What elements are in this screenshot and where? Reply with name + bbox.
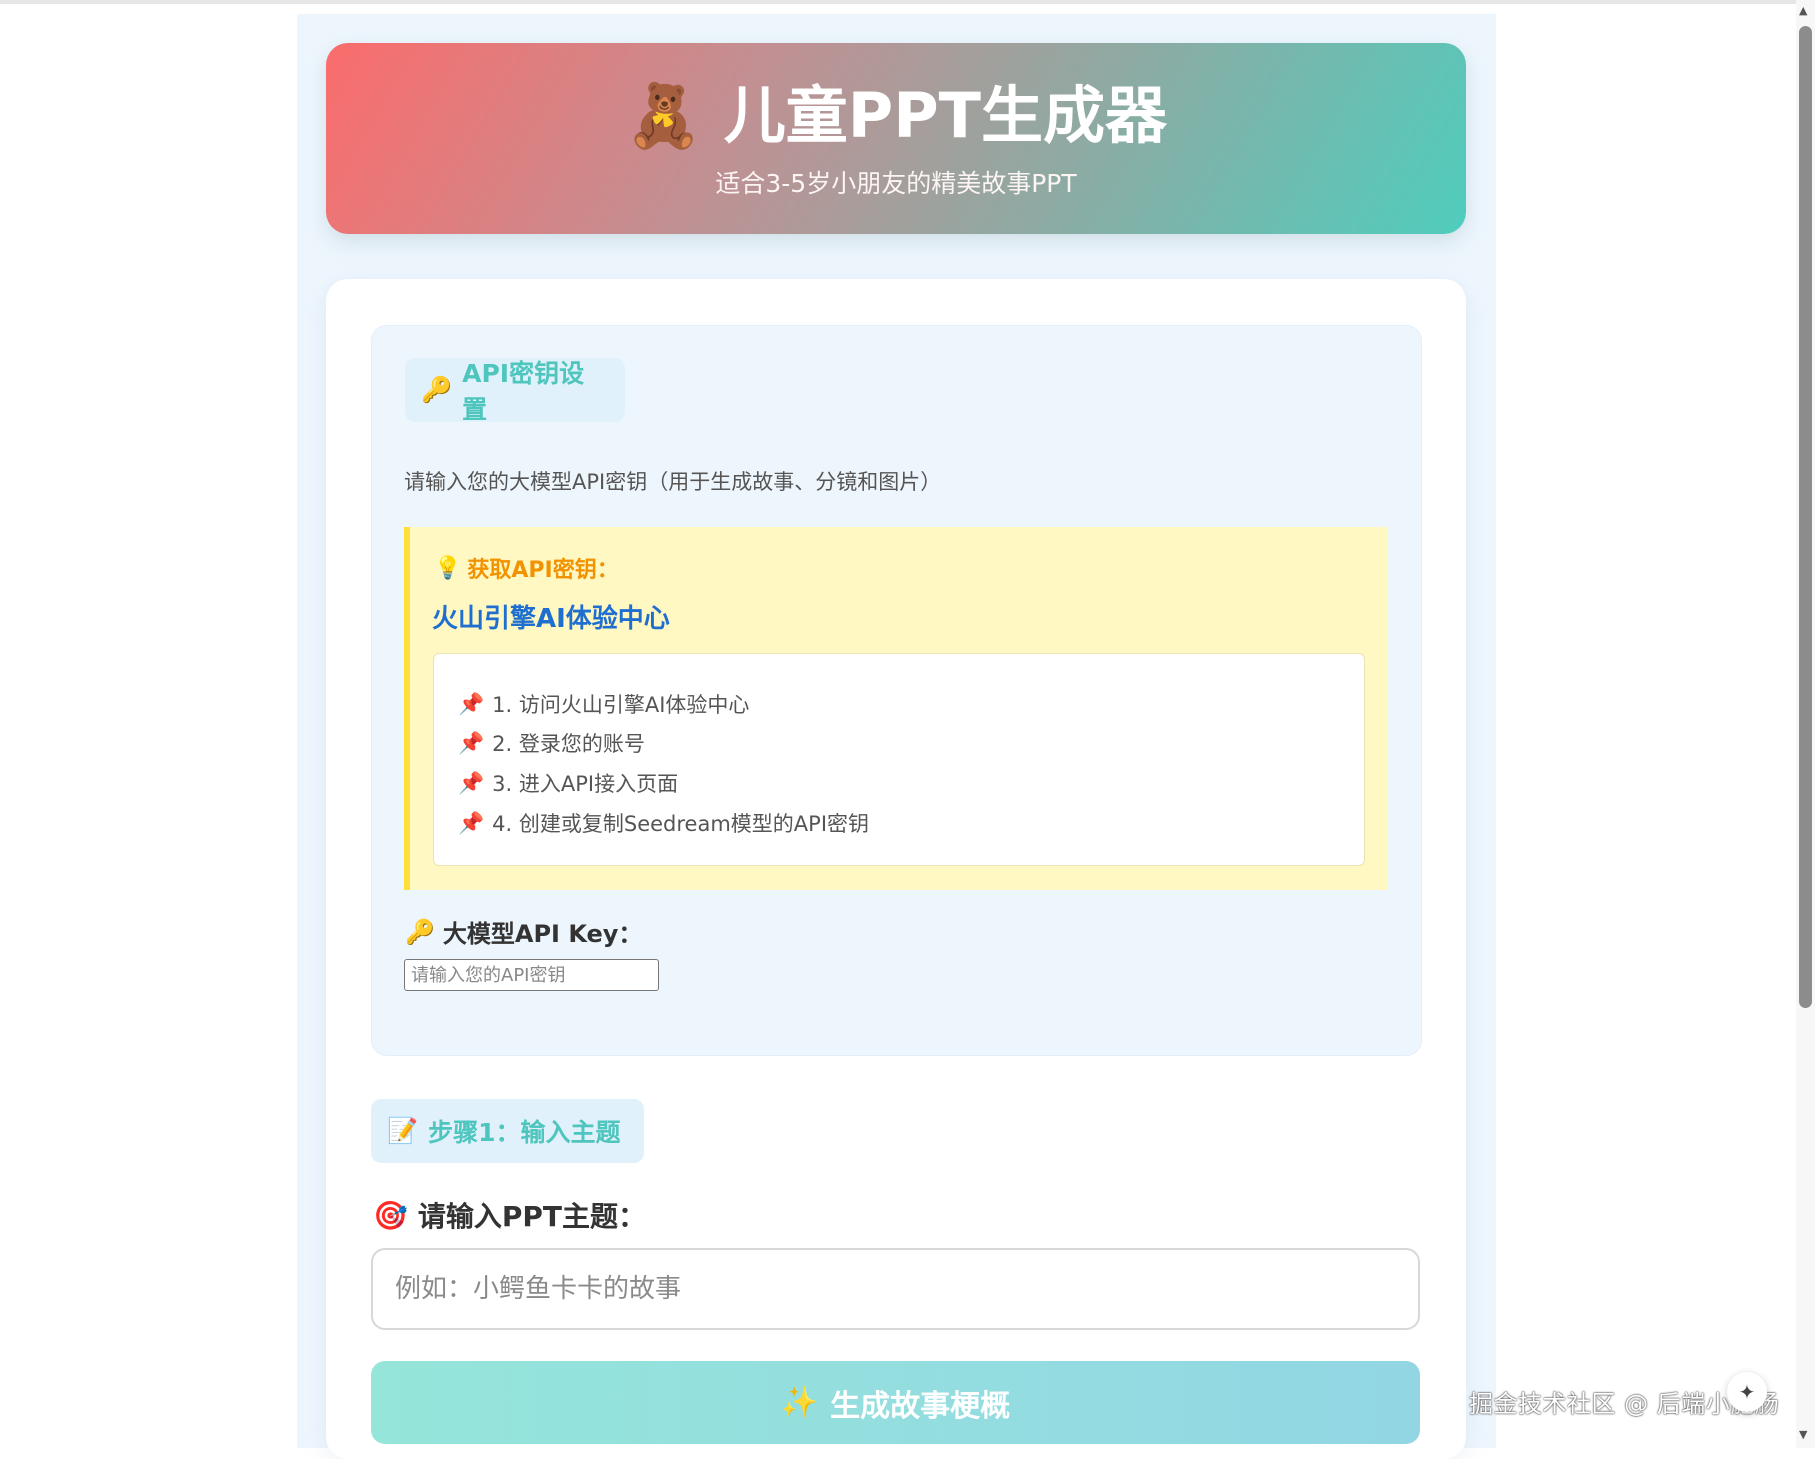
- assistant-icon[interactable]: ✦: [1727, 1372, 1767, 1412]
- sparkles-icon: ✨: [780, 1385, 819, 1420]
- generate-story-label: 生成故事梗概: [830, 1388, 1011, 1424]
- api-section-tag: 🔑 API密钥设置: [405, 358, 625, 424]
- key-icon: 🔑: [405, 917, 435, 946]
- topic-label: 🎯 请输入PPT主题：: [373, 1195, 646, 1235]
- pushpin-icon: 📌: [458, 810, 485, 835]
- list-item: 📌 1. 访问火山引擎AI体验中心: [458, 689, 749, 719]
- scroll-up-arrow-icon[interactable]: ▲: [1799, 4, 1807, 17]
- step-text: 3. 进入API接入页面: [492, 772, 679, 796]
- page-subtitle: 适合3-5岁小朋友的精美故事PPT: [715, 169, 1077, 198]
- list-item: 📌 3. 进入API接入页面: [458, 768, 678, 798]
- tip-title-text: 获取API密钥：: [467, 558, 619, 583]
- pushpin-icon: 📌: [458, 770, 485, 795]
- scroll-down-arrow-icon[interactable]: ▼: [1799, 1428, 1807, 1441]
- volcengine-link[interactable]: 火山引擎AI体验中心: [432, 598, 670, 635]
- step-text: 2. 登录您的账号: [492, 732, 645, 756]
- memo-icon: 📝: [387, 1116, 419, 1145]
- topic-input[interactable]: [371, 1248, 1420, 1330]
- teddy-bear-icon: 🧸: [625, 79, 703, 152]
- api-section-title: API密钥设置: [462, 359, 585, 424]
- key-icon: 🔑: [421, 375, 453, 404]
- api-key-label: 🔑 大模型API Key：: [405, 914, 642, 949]
- app-header: 🧸 儿童PPT生成器 适合3-5岁小朋友的精美故事PPT: [326, 43, 1466, 234]
- api-key-label-text: 大模型API Key：: [442, 920, 643, 948]
- step-text: 4. 创建或复制Seedream模型的API密钥: [492, 812, 870, 836]
- generate-story-button[interactable]: ✨ 生成故事梗概: [371, 1361, 1420, 1444]
- page-title: 🧸 儿童PPT生成器: [326, 79, 1466, 153]
- step-text: 1. 访问火山引擎AI体验中心: [492, 693, 750, 717]
- pushpin-icon: 📌: [458, 730, 485, 755]
- api-key-input[interactable]: [404, 959, 659, 991]
- target-icon: 🎯: [373, 1198, 408, 1232]
- pushpin-icon: 📌: [458, 691, 485, 716]
- list-item: 📌 4. 创建或复制Seedream模型的API密钥: [458, 808, 869, 838]
- list-item: 📌 2. 登录您的账号: [458, 728, 645, 758]
- page-title-text: 儿童PPT生成器: [723, 79, 1167, 152]
- topic-label-text: 请输入PPT主题：: [417, 1200, 647, 1233]
- api-description: 请输入您的大模型API密钥（用于生成故事、分镜和图片）: [404, 470, 942, 494]
- tip-title: 💡 获取API密钥：: [434, 552, 619, 584]
- step1-section-tag: 📝 步骤1：输入主题: [371, 1099, 644, 1163]
- step1-title: 步骤1：输入主题: [428, 1118, 621, 1147]
- browser-top-line: [0, 0, 1815, 4]
- scrollbar-thumb[interactable]: [1799, 26, 1812, 1008]
- lightbulb-icon: 💡: [434, 555, 462, 581]
